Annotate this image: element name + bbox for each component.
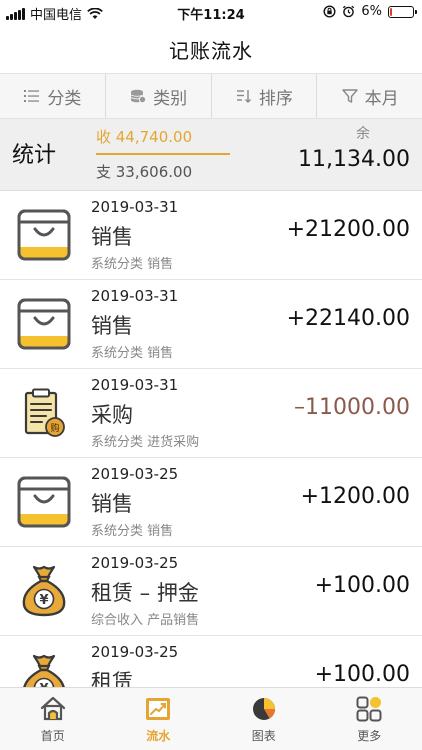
records-list[interactable]: 2019-03-31 销售 系统分类 销售 +21200.00 2019-03-31 销…: [0, 191, 422, 687]
coins-icon: [130, 89, 147, 104]
shopping-bag-icon: [17, 298, 71, 350]
record-icon: ¥: [14, 650, 74, 687]
tab-records-label: 流水: [146, 729, 171, 743]
record-row[interactable]: 购 2019-03-31 采购系统分类 进货采购 –11000.00: [0, 369, 422, 458]
record-name: 租赁: [91, 670, 133, 687]
summary-panel: 统计 收 44,740.00 支 33,606.00 余 11,134.00: [0, 119, 422, 191]
balance-label: 余: [356, 126, 370, 142]
record-row[interactable]: 2019-03-25 销售系统分类 销售 +1200.00: [0, 458, 422, 547]
filter-category-label: 分类: [47, 88, 82, 109]
filter-category-button[interactable]: 分类: [0, 74, 106, 118]
shopping-bag-icon: [17, 476, 71, 528]
record-row[interactable]: ¥ 2019-03-25 租赁 +100.00: [0, 636, 422, 687]
expense-total: 支 33,606.00: [96, 163, 193, 181]
shopping-bag-icon: [17, 209, 71, 261]
record-date: 2019-03-31: [91, 376, 179, 394]
record-date: 2019-03-31: [91, 287, 179, 305]
record-icon: [14, 294, 74, 354]
rotation-lock-icon: [323, 5, 336, 18]
tab-home[interactable]: 首页: [0, 688, 106, 750]
filter-icon: [341, 89, 358, 103]
record-category: 系统分类 进货采购: [91, 435, 200, 450]
filter-type-label: 类别: [153, 88, 188, 109]
record-date: 2019-03-25: [91, 465, 179, 483]
battery-icon: [388, 5, 417, 18]
record-icon: 购: [14, 383, 74, 443]
alarm-icon: [343, 5, 355, 18]
tab-more[interactable]: 更多: [317, 688, 422, 750]
record-name: 租赁 – 押金: [91, 581, 199, 605]
status-bar: 中国电信 下午11:24 6%: [0, 0, 422, 26]
record-category: 综合收入 产品销售: [91, 613, 200, 628]
record-category: 系统分类 销售: [91, 524, 174, 539]
tab-charts-label: 图表: [251, 729, 276, 743]
filter-type-button[interactable]: 类别: [106, 74, 212, 118]
battery-level: [390, 7, 392, 16]
pie-chart-icon: [252, 698, 275, 720]
balance-total: 11,134.00: [298, 147, 410, 172]
tab-home-label: 首页: [40, 729, 65, 743]
record-row[interactable]: 2019-03-31 销售系统分类 销售 +21200.00: [0, 191, 422, 280]
record-icon: [14, 472, 74, 532]
record-date: 2019-03-31: [91, 198, 179, 216]
list-icon: [24, 90, 40, 102]
record-row[interactable]: 2019-03-31 销售系统分类 销售 +22140.00: [0, 280, 422, 369]
filter-period-button[interactable]: 本月: [317, 74, 422, 118]
record-amount: +22140.00: [286, 306, 410, 331]
sort-icon: [236, 90, 251, 103]
battery-percent: 6%: [361, 4, 382, 19]
filter-sort-button[interactable]: 排序: [212, 74, 318, 118]
nav-bar: 记账流水: [0, 26, 422, 72]
filter-period-label: 本月: [364, 88, 399, 109]
filter-bar: 分类 类别 排序 本月: [0, 73, 422, 119]
record-icon: [14, 205, 74, 265]
record-name: 销售: [91, 225, 133, 249]
record-amount: +100.00: [314, 573, 410, 598]
tab-more-label: 更多: [357, 729, 382, 743]
record-amount: +100.00: [314, 662, 410, 687]
record-date: 2019-03-25: [91, 554, 179, 572]
tab-bar: 首页 流水 图表 更多: [0, 687, 422, 750]
income-total: 收 44,740.00: [96, 128, 193, 146]
record-name: 销售: [91, 314, 133, 338]
record-amount: +21200.00: [286, 217, 410, 242]
svg-text:¥: ¥: [39, 593, 48, 608]
record-row[interactable]: ¥ 2019-03-25 租赁 – 押金综合收入 产品销售 +100.00: [0, 547, 422, 636]
summary-label: 统计: [12, 143, 57, 168]
money-bag-icon: ¥: [23, 654, 65, 687]
money-bag-icon: ¥: [22, 565, 66, 617]
record-amount: –11000.00: [294, 395, 410, 420]
purchase-clipboard-icon: 购: [24, 388, 65, 437]
record-icon: ¥: [14, 561, 74, 621]
record-category: 系统分类 销售: [91, 346, 174, 361]
more-grid-icon: [356, 696, 382, 722]
svg-text:购: 购: [50, 422, 59, 434]
income-underline: [96, 153, 230, 155]
record-date: 2019-03-25: [91, 643, 179, 661]
record-amount: +1200.00: [300, 484, 410, 509]
page-title: 记账流水: [169, 38, 253, 63]
record-name: 采购: [91, 403, 133, 427]
tab-charts[interactable]: 图表: [211, 688, 317, 750]
tab-records[interactable]: 流水: [106, 688, 212, 750]
trend-chart-icon: [146, 698, 171, 720]
home-icon: [40, 696, 65, 721]
record-category: 系统分类 销售: [91, 257, 174, 272]
filter-sort-label: 排序: [258, 88, 293, 109]
record-name: 销售: [91, 492, 133, 516]
